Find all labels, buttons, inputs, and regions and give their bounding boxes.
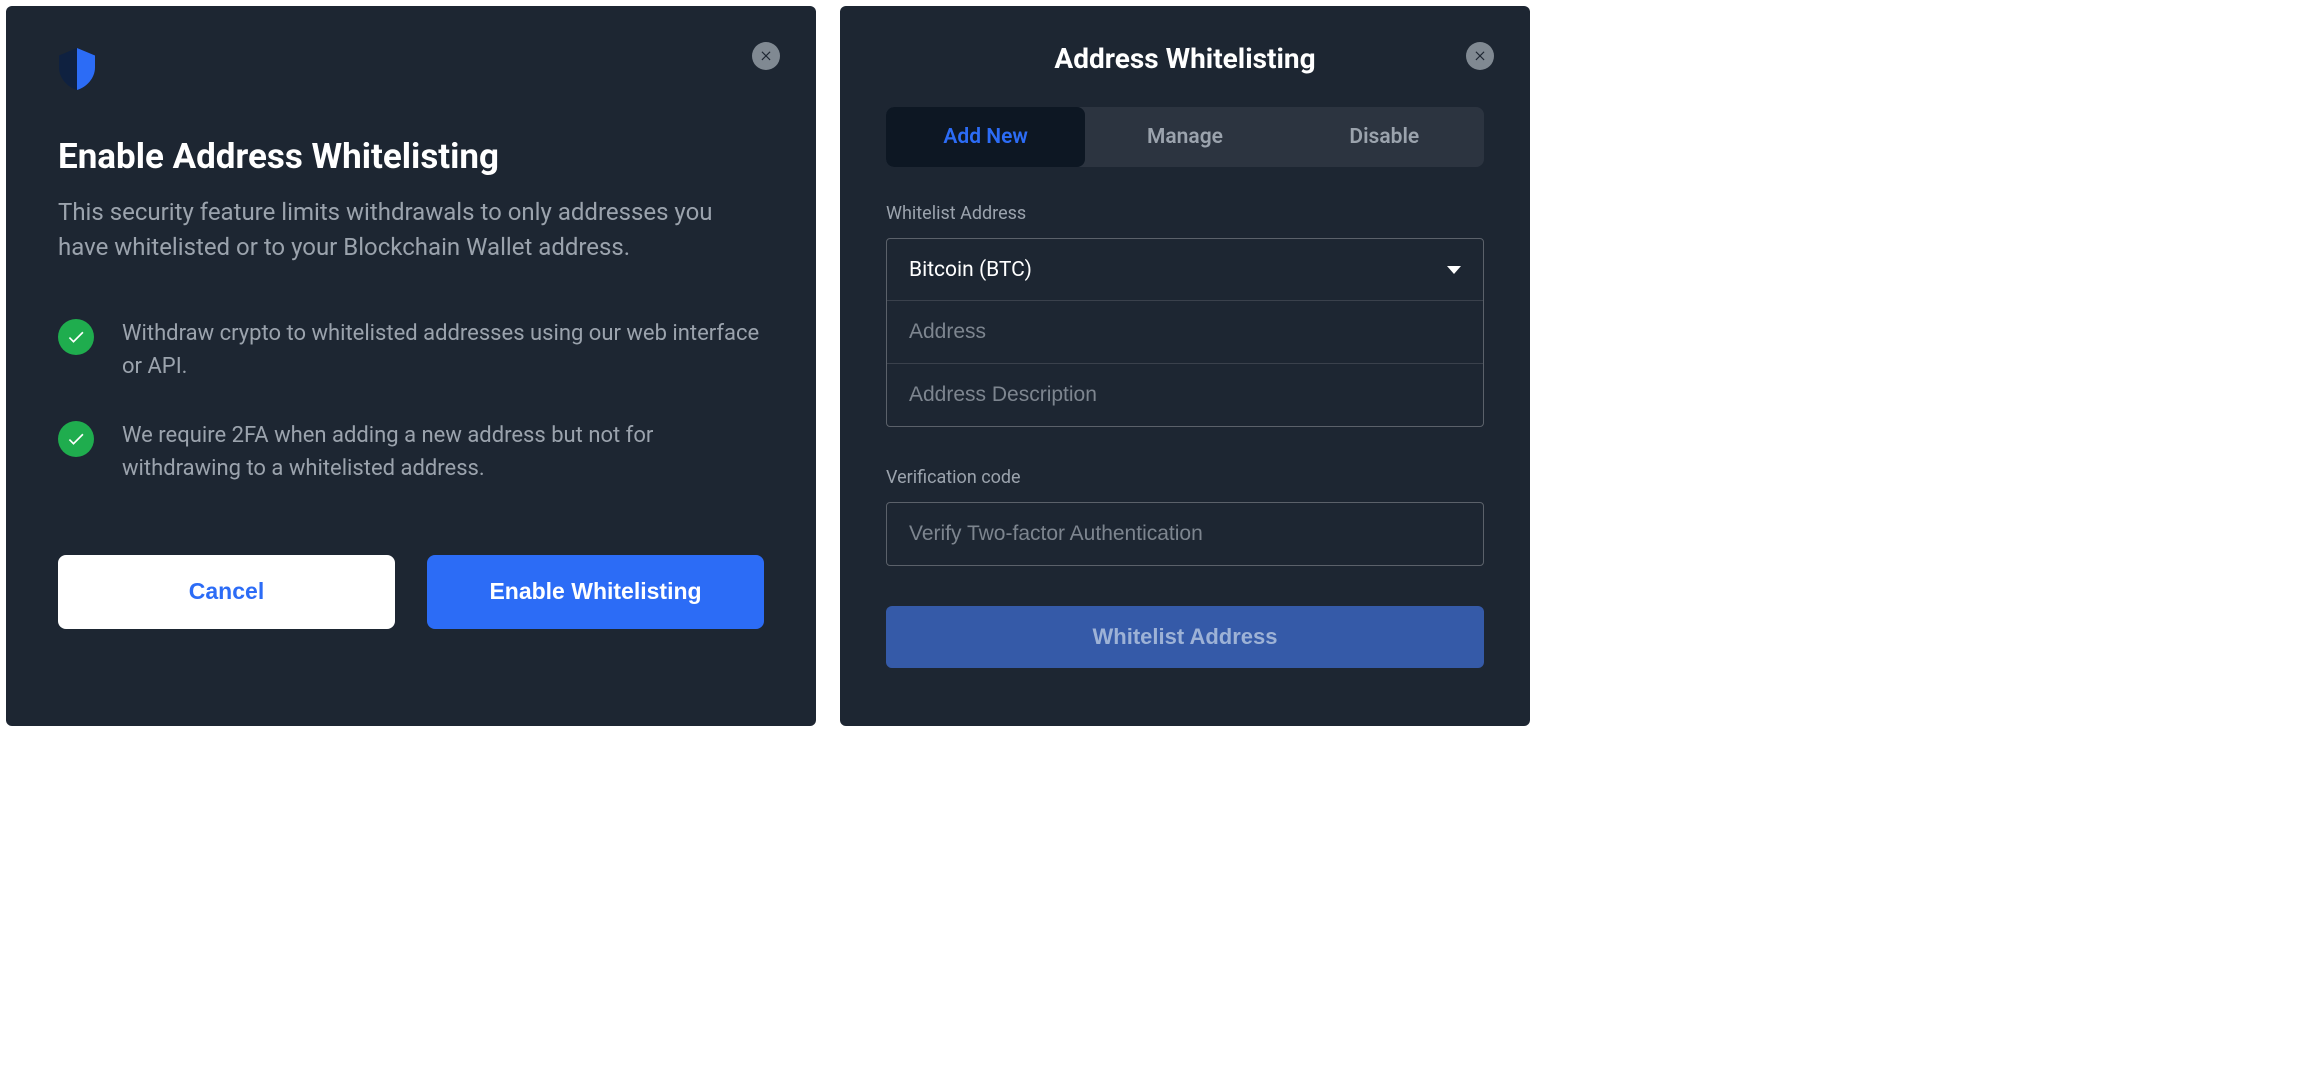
close-icon [1473, 47, 1487, 66]
address-whitelisting-panel: Address Whitelisting Add New Manage Disa… [840, 6, 1530, 726]
tab-add-new[interactable]: Add New [886, 107, 1085, 167]
tab-manage[interactable]: Manage [1085, 107, 1284, 167]
whitelist-address-group: Bitcoin (BTC) [886, 238, 1484, 427]
dialog-button-row: Cancel Enable Whitelisting [58, 555, 764, 629]
whitelist-address-button[interactable]: Whitelist Address [886, 606, 1484, 668]
check-icon [58, 421, 94, 457]
coin-select-value: Bitcoin (BTC) [909, 258, 1032, 282]
coin-select[interactable]: Bitcoin (BTC) [887, 239, 1483, 301]
dialog-title: Enable Address Whitelisting [58, 136, 764, 177]
feature-bullet: We require 2FA when adding a new address… [58, 419, 764, 485]
cancel-button[interactable]: Cancel [58, 555, 395, 629]
enable-whitelisting-button[interactable]: Enable Whitelisting [427, 555, 764, 629]
whitelist-tabs: Add New Manage Disable [886, 107, 1484, 167]
shield-icon [58, 48, 764, 94]
address-description-input[interactable] [887, 364, 1483, 426]
close-button[interactable] [1466, 42, 1494, 70]
dialog-subtitle: This security feature limits withdrawals… [58, 195, 764, 265]
address-input[interactable] [887, 301, 1483, 363]
whitelist-address-label: Whitelist Address [886, 203, 1484, 224]
feature-bullet: Withdraw crypto to whitelisted addresses… [58, 317, 764, 383]
close-icon [759, 47, 773, 66]
enable-whitelisting-dialog: Enable Address Whitelisting This securit… [6, 6, 816, 726]
tab-disable[interactable]: Disable [1285, 107, 1484, 167]
feature-bullet-text: We require 2FA when adding a new address… [122, 419, 764, 485]
close-button[interactable] [752, 42, 780, 70]
check-icon [58, 319, 94, 355]
verification-code-group [886, 502, 1484, 566]
chevron-down-icon [1447, 266, 1461, 274]
verification-code-input[interactable] [887, 503, 1483, 565]
verification-code-label: Verification code [886, 467, 1484, 488]
feature-bullet-text: Withdraw crypto to whitelisted addresses… [122, 317, 764, 383]
panel-title: Address Whitelisting [886, 42, 1484, 75]
